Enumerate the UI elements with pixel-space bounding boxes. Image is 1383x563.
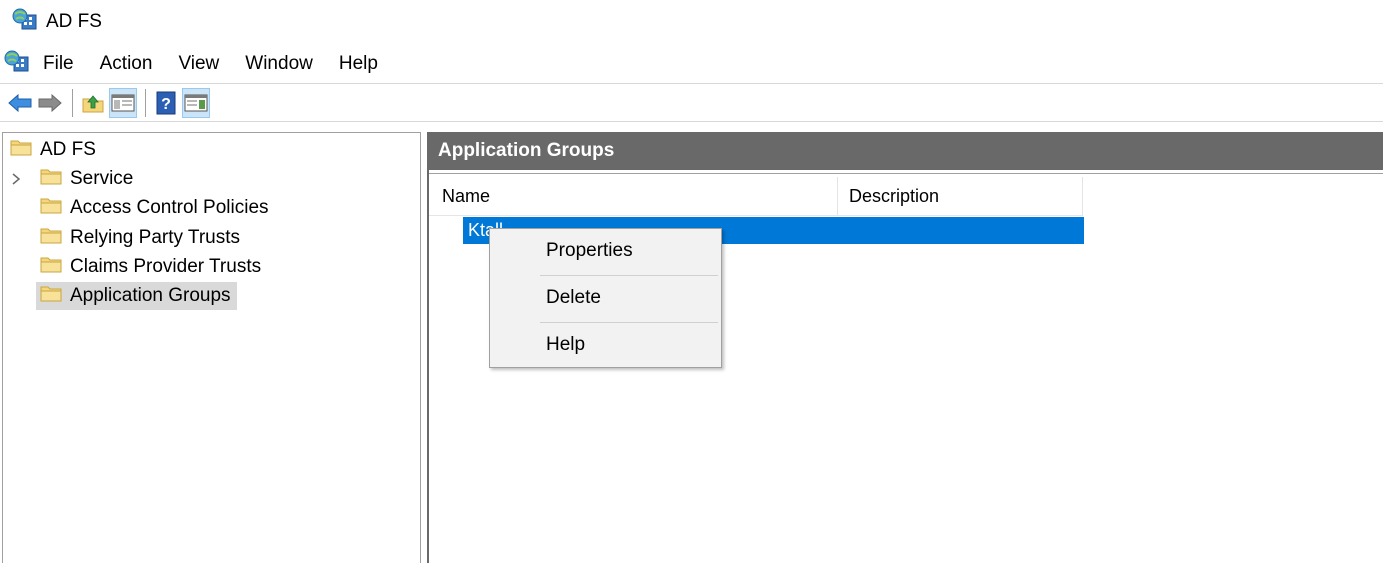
forward-arrow-icon xyxy=(38,93,62,112)
context-menu-help[interactable]: Help xyxy=(490,323,721,367)
toolbar-separator xyxy=(145,88,146,117)
menu-help[interactable]: Help xyxy=(326,44,391,84)
tree-item-label: Claims Provider Trusts xyxy=(70,256,262,277)
tree-item-access-control-policies[interactable]: Access Control Policies xyxy=(40,194,269,222)
tree-item-service[interactable]: Service xyxy=(40,165,133,193)
back-button[interactable] xyxy=(6,88,34,118)
tree-item-label: Access Control Policies xyxy=(70,197,269,218)
folder-icon xyxy=(40,226,62,250)
svg-text:?: ? xyxy=(161,96,171,113)
tree-item-label: Application Groups xyxy=(70,285,231,306)
chevron-right-icon[interactable] xyxy=(10,170,22,192)
menu-window[interactable]: Window xyxy=(232,44,326,84)
up-folder-icon xyxy=(82,94,104,112)
toolbar: ? xyxy=(0,84,1383,122)
tree-item-label: AD FS xyxy=(40,139,96,160)
context-menu: Properties Delete Help xyxy=(489,228,722,368)
folder-icon xyxy=(40,167,62,191)
window-title: AD FS xyxy=(46,11,102,32)
folder-icon xyxy=(40,284,62,308)
tree-item-relying-party-trusts[interactable]: Relying Party Trusts xyxy=(40,224,240,252)
tree-item-label: Relying Party Trusts xyxy=(70,227,240,248)
adfs-menu-icon[interactable] xyxy=(4,49,30,79)
up-one-level-button[interactable] xyxy=(79,88,107,118)
menu-view[interactable]: View xyxy=(165,44,232,84)
folder-icon xyxy=(10,138,32,162)
back-arrow-icon xyxy=(8,93,32,112)
tree-item-claims-provider-trusts[interactable]: Claims Provider Trusts xyxy=(40,253,261,281)
tree-item-label: Service xyxy=(70,168,134,189)
adfs-icon xyxy=(12,7,38,37)
pane-header-title: Application Groups xyxy=(429,132,1383,170)
show-hide-action-pane-button[interactable] xyxy=(182,87,210,118)
tree-item-adfs-root[interactable]: AD FS xyxy=(10,136,96,164)
context-menu-delete[interactable]: Delete xyxy=(490,276,721,320)
context-menu-properties[interactable]: Properties xyxy=(490,229,721,273)
menu-bar: File Action View Window Help xyxy=(0,44,1383,84)
column-header-name[interactable]: Name xyxy=(429,177,838,216)
tree-item-application-groups[interactable]: Application Groups xyxy=(36,282,237,310)
title-bar: AD FS xyxy=(0,0,1383,44)
list-view-header: Name Description xyxy=(429,177,1083,216)
pane-header-divider xyxy=(429,170,1383,174)
help-button[interactable]: ? xyxy=(152,88,180,118)
menu-file[interactable]: File xyxy=(30,44,87,84)
column-header-description[interactable]: Description xyxy=(838,177,1083,216)
menu-action[interactable]: Action xyxy=(87,44,166,84)
forward-button[interactable] xyxy=(36,88,64,118)
toolbar-separator xyxy=(72,88,73,117)
show-hide-console-tree-button[interactable] xyxy=(109,87,137,118)
help-icon: ? xyxy=(156,91,176,114)
show-hide-console-tree-icon xyxy=(111,94,135,111)
folder-icon xyxy=(40,255,62,279)
folder-icon xyxy=(40,196,62,220)
show-hide-action-pane-icon xyxy=(184,94,208,111)
